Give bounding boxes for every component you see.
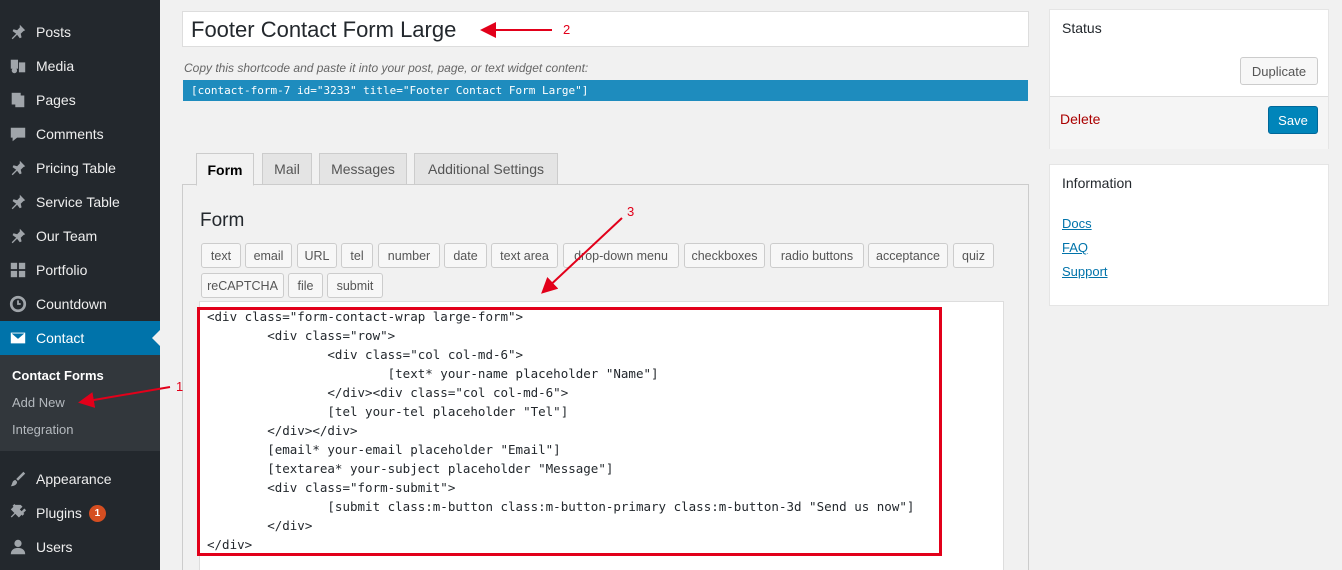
submenu-contact-forms[interactable]: Contact Forms: [12, 368, 104, 383]
tag-button-recaptcha[interactable]: reCAPTCHA: [201, 273, 284, 298]
tab-form[interactable]: Form: [196, 153, 254, 186]
panel-title: Form: [200, 210, 245, 231]
user-icon: [0, 538, 36, 556]
sidebar-item-label: Appearance: [36, 471, 112, 487]
duplicate-button[interactable]: Duplicate: [1240, 57, 1318, 85]
sidebar-item-label: Contact: [36, 330, 85, 346]
tag-button-text[interactable]: text: [201, 243, 241, 268]
comment-icon: [0, 125, 36, 143]
sidebar-item-label: Plugins: [36, 505, 82, 521]
save-button[interactable]: Save: [1268, 106, 1318, 134]
delete-link[interactable]: Delete: [1060, 111, 1100, 127]
tag-button-email[interactable]: email: [245, 243, 292, 268]
media-icon: [0, 57, 36, 75]
plug-icon: [0, 504, 36, 522]
shortcode-field[interactable]: [contact-form-7 id="3233" title="Footer …: [183, 80, 1028, 101]
sidebar-item-our-team[interactable]: Our Team: [0, 219, 160, 253]
sidebar-item-label: Our Team: [36, 228, 98, 244]
information-box-title: Information: [1062, 175, 1133, 191]
submenu-add-new[interactable]: Add New: [12, 395, 65, 410]
pin-icon: [0, 159, 36, 177]
tag-button-submit[interactable]: submit: [327, 273, 383, 298]
annotation-highlight-box: [197, 307, 942, 556]
sidebar-item-label: Countdown: [36, 296, 107, 312]
status-box-title: Status: [1062, 20, 1102, 36]
annotation-label-3: 3: [627, 204, 635, 219]
annotation-label-1: 1: [176, 379, 184, 394]
tag-button-drop-down-menu[interactable]: drop-down menu: [563, 243, 679, 268]
sidebar-item-label: Users: [36, 539, 73, 555]
sidebar-item-plugins[interactable]: Plugins 1: [0, 496, 160, 530]
sidebar-item-label: Pricing Table: [36, 160, 116, 176]
tag-button-text-area[interactable]: text area: [491, 243, 558, 268]
sidebar-item-contact[interactable]: Contact: [0, 321, 160, 355]
tag-button-acceptance[interactable]: acceptance: [868, 243, 948, 268]
update-count-badge: 1: [88, 504, 106, 522]
sidebar-item-pricing-table[interactable]: Pricing Table: [0, 151, 160, 185]
tab-additional-settings[interactable]: Additional Settings: [414, 153, 558, 185]
support-link[interactable]: Support: [1062, 264, 1108, 279]
tag-button-radio-buttons[interactable]: radio buttons: [770, 243, 864, 268]
tag-button-number[interactable]: number: [378, 243, 440, 268]
admin-sidebar: Posts Media Pages Comments Pricing Table…: [0, 0, 160, 570]
form-title-text: Footer Contact Form Large: [191, 17, 457, 42]
submenu-integration[interactable]: Integration: [12, 422, 73, 437]
tag-button-date[interactable]: date: [444, 243, 487, 268]
mail-icon: [0, 329, 36, 347]
brush-icon: [0, 470, 36, 488]
tag-button-url[interactable]: URL: [297, 243, 337, 268]
tag-button-tel[interactable]: tel: [341, 243, 373, 268]
sidebar-item-label: Posts: [36, 24, 72, 40]
docs-link[interactable]: Docs: [1062, 216, 1092, 231]
sidebar-item-label: Portfolio: [36, 262, 88, 278]
pages-icon: [0, 91, 36, 109]
sidebar-item-posts[interactable]: Posts: [0, 15, 160, 49]
tab-mail[interactable]: Mail: [262, 153, 312, 185]
sidebar-item-appearance[interactable]: Appearance: [0, 462, 160, 496]
faq-link[interactable]: FAQ: [1062, 240, 1088, 255]
pin-icon: [0, 193, 36, 211]
pin-icon: [0, 227, 36, 245]
sidebar-item-pages[interactable]: Pages: [0, 83, 160, 117]
contact-submenu: Contact Forms Add New Integration: [0, 355, 160, 451]
tag-button-quiz[interactable]: quiz: [953, 243, 994, 268]
tag-button-file[interactable]: file: [288, 273, 323, 298]
sidebar-item-label: Comments: [36, 126, 104, 142]
sidebar-item-media[interactable]: Media: [0, 49, 160, 83]
shortcode-help-text: Copy this shortcode and paste it into yo…: [184, 61, 589, 75]
sidebar-item-label: Service Table: [36, 194, 120, 210]
tab-messages[interactable]: Messages: [319, 153, 407, 185]
sidebar-item-label: Pages: [36, 92, 76, 108]
sidebar-item-portfolio[interactable]: Portfolio: [0, 253, 160, 287]
sidebar-item-service-table[interactable]: Service Table: [0, 185, 160, 219]
sidebar-item-label: Media: [36, 58, 75, 74]
grid-icon: [0, 261, 36, 279]
annotation-label-2: 2: [563, 22, 571, 37]
sidebar-item-users[interactable]: Users: [0, 530, 160, 564]
pin-icon: [0, 23, 36, 41]
sidebar-item-comments[interactable]: Comments: [0, 117, 160, 151]
tag-button-checkboxes[interactable]: checkboxes: [684, 243, 765, 268]
form-title-input[interactable]: Footer Contact Form Large: [182, 11, 1029, 47]
clock-icon: [0, 295, 36, 313]
sidebar-item-countdown[interactable]: Countdown: [0, 287, 160, 321]
